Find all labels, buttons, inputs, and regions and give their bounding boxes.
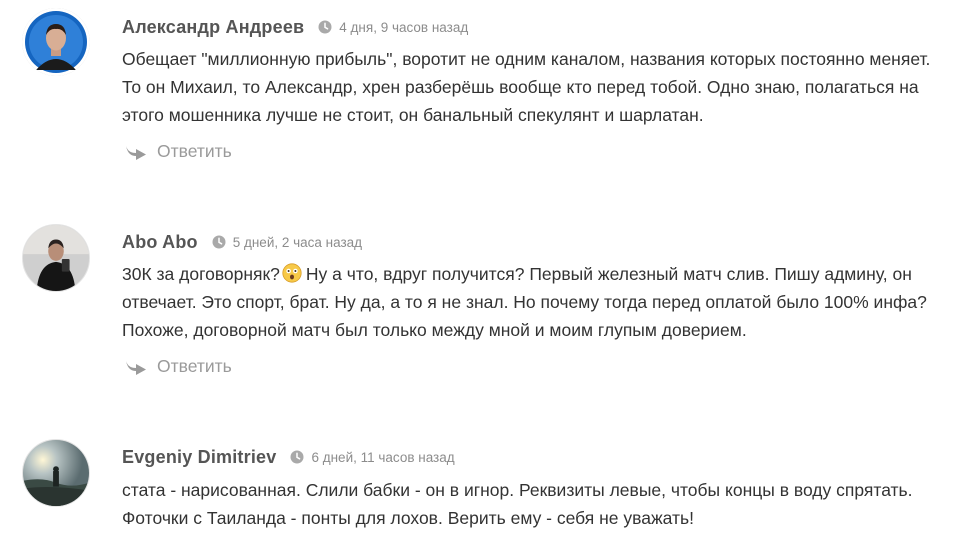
reply-button[interactable]: Ответить [125, 141, 232, 162]
comment-line: 30К за договорняк? Ну а что, вдруг получи… [122, 260, 942, 288]
comment-text: стата - нарисованная. Слили бабки - он в… [122, 476, 942, 532]
reply-label: Ответить [157, 356, 232, 376]
reply-button[interactable]: Ответить [125, 356, 232, 377]
avatar[interactable] [22, 439, 90, 507]
comment-meta: Abo Abo 5 дней, 2 часа назад [122, 230, 362, 254]
avatar-photo-icon [22, 8, 90, 76]
comment-line: этого мошенника лучше не стоит, он банал… [122, 105, 704, 125]
clock-icon [212, 235, 226, 249]
author-name[interactable]: Evgeniy Dimitriev [122, 447, 276, 468]
comment-text-segment: 30К за договорняк? [122, 264, 280, 284]
reply-arrow-icon [125, 143, 147, 161]
comment-line: отвечает. Это спорт, брат. Ну да, а то я… [122, 292, 927, 312]
reply-label: Ответить [157, 141, 232, 161]
comment-meta: Evgeniy Dimitriev 6 дней, 11 часов назад [122, 445, 455, 469]
avatar-photo-icon [23, 440, 89, 506]
comment-line: Обещает "миллионную прибыль", воротит не… [122, 49, 931, 69]
comment-meta: Александр Андреев 4 дня, 9 часов назад [122, 15, 468, 39]
astonished-face-icon [282, 263, 302, 283]
avatar-photo-icon [23, 225, 89, 291]
comment-text: Обещает "миллионную прибыль", воротит не… [122, 45, 942, 129]
comment-line: То он Михаил, то Александр, хрен разберё… [122, 77, 919, 97]
comment-time[interactable]: 5 дней, 2 часа назад [233, 235, 362, 250]
comment-text-segment: Ну а что, вдруг получится? Первый железн… [305, 264, 912, 284]
reply-arrow-icon [125, 358, 147, 376]
comment-line: Похоже, договорной матч был только между… [122, 320, 747, 340]
clock-icon [290, 450, 304, 464]
comment-text: 30К за договорняк? Ну а что, вдруг получи… [122, 260, 942, 344]
comment-line: Фоточки с Таиланда - понты для лохов. Ве… [122, 508, 695, 528]
clock-icon [318, 20, 332, 34]
author-name[interactable]: Александр Андреев [122, 17, 304, 38]
comment-time[interactable]: 6 дней, 11 часов назад [311, 450, 454, 465]
author-name[interactable]: Abo Abo [122, 232, 198, 253]
comment-line: стата - нарисованная. Слили бабки - он в… [122, 480, 913, 500]
avatar[interactable] [22, 224, 90, 292]
avatar[interactable] [22, 8, 90, 76]
comment-time[interactable]: 4 дня, 9 часов назад [339, 20, 468, 35]
